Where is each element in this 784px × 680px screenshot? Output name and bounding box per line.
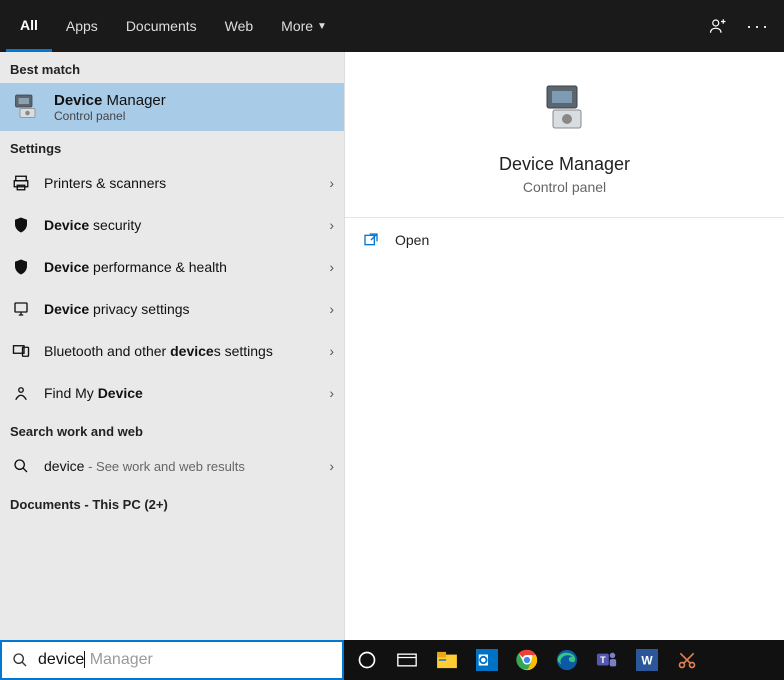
tab-apps[interactable]: Apps xyxy=(52,0,112,52)
printer-icon xyxy=(10,172,32,194)
cortana-icon[interactable] xyxy=(348,641,386,679)
devices-icon xyxy=(10,340,32,362)
chevron-right-icon: › xyxy=(329,343,334,359)
web-search-device[interactable]: device - See work and web results › xyxy=(0,445,344,487)
settings-device-performance[interactable]: Device performance & health › xyxy=(0,246,344,288)
snip-icon[interactable] xyxy=(668,641,706,679)
section-search-web: Search work and web xyxy=(0,414,344,445)
chevron-right-icon: › xyxy=(329,301,334,317)
search-autocomplete-ghost: Manager xyxy=(85,651,153,668)
tab-more[interactable]: More ▼ xyxy=(267,0,341,52)
search-box[interactable]: device Manager xyxy=(0,640,344,680)
chevron-right-icon: › xyxy=(329,458,334,474)
file-explorer-icon[interactable] xyxy=(428,641,466,679)
device-manager-icon xyxy=(10,91,42,123)
settings-find-my-device[interactable]: Find My Device › xyxy=(0,372,344,414)
search-icon xyxy=(10,455,32,477)
word-icon[interactable]: W xyxy=(628,641,666,679)
tab-all[interactable]: All xyxy=(6,0,52,52)
teams-icon[interactable]: T xyxy=(588,641,626,679)
outlook-icon[interactable] xyxy=(468,641,506,679)
shield-icon xyxy=(10,256,32,278)
chevron-right-icon: › xyxy=(329,175,334,191)
settings-bluetooth-devices[interactable]: Bluetooth and other devices settings › xyxy=(0,330,344,372)
svg-text:T: T xyxy=(600,655,606,665)
feedback-icon[interactable] xyxy=(698,0,738,52)
shield-icon xyxy=(10,214,32,236)
settings-device-privacy[interactable]: Device privacy settings › xyxy=(0,288,344,330)
edge-icon[interactable] xyxy=(548,641,586,679)
settings-device-security[interactable]: Device security › xyxy=(0,204,344,246)
preview-title: Device Manager xyxy=(499,154,630,175)
chevron-right-icon: › xyxy=(329,259,334,275)
more-options-icon[interactable]: ··· xyxy=(738,0,778,52)
open-button[interactable]: Open xyxy=(345,218,784,262)
best-match-subtitle: Control panel xyxy=(54,109,166,123)
chrome-icon[interactable] xyxy=(508,641,546,679)
device-manager-large-icon xyxy=(537,80,593,136)
svg-text:W: W xyxy=(641,654,653,668)
find-device-icon xyxy=(10,382,32,404)
privacy-icon xyxy=(10,298,32,320)
best-match-title: Device Manager xyxy=(54,92,166,109)
section-settings: Settings xyxy=(0,131,344,162)
settings-printers-scanners[interactable]: Printers & scanners › xyxy=(0,162,344,204)
preview-panel: Device Manager Control panel Open xyxy=(344,52,784,640)
search-icon xyxy=(2,652,38,668)
taskbar: T W xyxy=(344,640,784,680)
open-icon xyxy=(363,232,381,248)
search-input-text[interactable]: device Manager xyxy=(38,651,153,668)
section-documents-pc: Documents - This PC (2+) xyxy=(0,487,344,518)
tab-documents[interactable]: Documents xyxy=(112,0,211,52)
search-scope-tabs: All Apps Documents Web More ▼ ··· xyxy=(0,0,784,52)
chevron-right-icon: › xyxy=(329,385,334,401)
task-view-icon[interactable] xyxy=(388,641,426,679)
best-match-device-manager[interactable]: Device Manager Control panel xyxy=(0,83,344,131)
chevron-down-icon: ▼ xyxy=(317,21,327,32)
results-panel: Best match Device Manager Control panel … xyxy=(0,52,344,640)
chevron-right-icon: › xyxy=(329,217,334,233)
preview-subtitle: Control panel xyxy=(523,179,606,195)
tab-web[interactable]: Web xyxy=(211,0,268,52)
section-best-match: Best match xyxy=(0,52,344,83)
